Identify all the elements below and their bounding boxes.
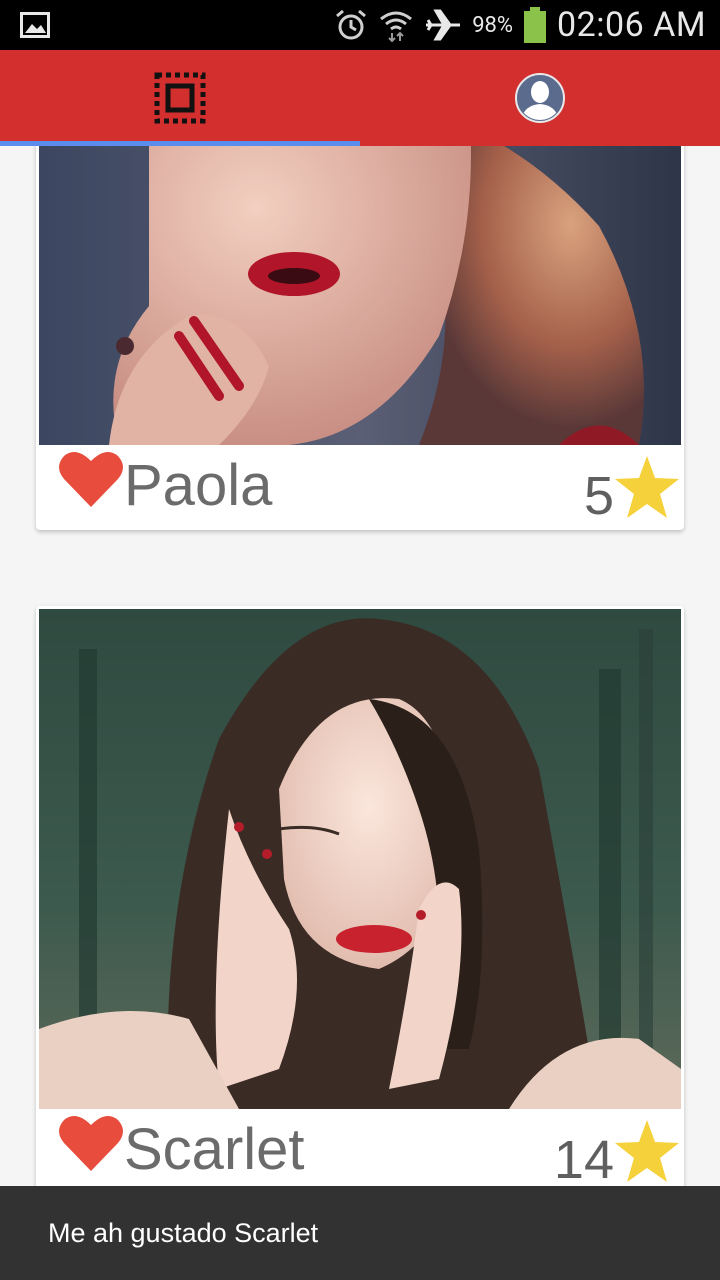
profile-photo[interactable] (39, 146, 681, 445)
tab-feed[interactable] (0, 50, 360, 146)
avatar-icon (515, 73, 565, 123)
gallery-icon (20, 12, 50, 38)
profile-card[interactable]: Paola 5 (36, 146, 684, 530)
star-count: 14 (553, 1130, 614, 1186)
tab-profile[interactable] (360, 50, 720, 146)
status-bar: 98% 02:06 AM (0, 0, 720, 50)
profile-name: Paola (124, 453, 273, 518)
toast: Me ah gustado Scarlet (0, 1186, 720, 1280)
star-count: 5 (583, 466, 614, 526)
clock: 02:06 AM (557, 5, 706, 45)
profile-card[interactable]: Scarlet 14 (36, 606, 684, 1186)
alarm-icon (336, 9, 367, 40)
heart-icon[interactable] (58, 1113, 124, 1173)
star-icon[interactable] (614, 1119, 680, 1183)
status-icons: 98% 02:06 AM (334, 0, 706, 50)
profile-photo[interactable] (39, 609, 681, 1109)
battery-percent: 98% (472, 12, 514, 38)
wifi-icon (380, 11, 413, 43)
tab-bar (0, 50, 720, 146)
card-footer: Paola 5 (36, 445, 684, 529)
card-footer: Scarlet 14 (36, 1109, 684, 1186)
cards-icon (154, 72, 206, 124)
star-icon[interactable] (614, 455, 680, 519)
battery-icon (524, 7, 547, 43)
feed-list[interactable]: Paola 5 Scarlet 14 (0, 146, 720, 1186)
heart-icon[interactable] (58, 449, 124, 509)
toast-message: Me ah gustado Scarlet (48, 1217, 319, 1248)
profile-name: Scarlet (124, 1117, 305, 1182)
airplane-icon (426, 9, 461, 41)
